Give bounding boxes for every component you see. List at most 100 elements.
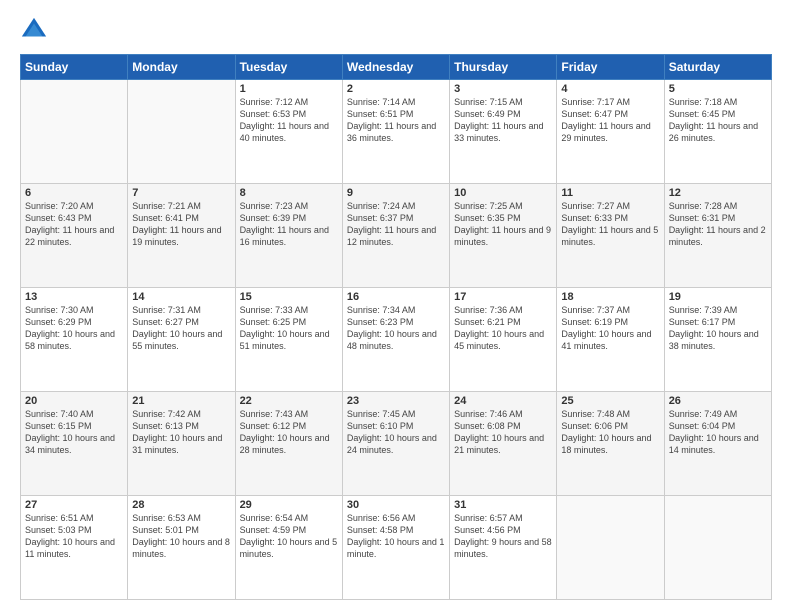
- day-info: Sunrise: 6:51 AMSunset: 5:03 PMDaylight:…: [25, 512, 123, 561]
- calendar-cell: 10Sunrise: 7:25 AMSunset: 6:35 PMDayligh…: [450, 184, 557, 288]
- day-info: Sunrise: 7:27 AMSunset: 6:33 PMDaylight:…: [561, 200, 659, 249]
- day-info: Sunrise: 7:45 AMSunset: 6:10 PMDaylight:…: [347, 408, 445, 457]
- day-info: Sunrise: 7:39 AMSunset: 6:17 PMDaylight:…: [669, 304, 767, 353]
- calendar-cell: 11Sunrise: 7:27 AMSunset: 6:33 PMDayligh…: [557, 184, 664, 288]
- calendar-week-row: 20Sunrise: 7:40 AMSunset: 6:15 PMDayligh…: [21, 392, 772, 496]
- calendar-weekday-wednesday: Wednesday: [342, 55, 449, 80]
- calendar-cell: 31Sunrise: 6:57 AMSunset: 4:56 PMDayligh…: [450, 496, 557, 600]
- day-number: 20: [25, 395, 123, 407]
- day-number: 6: [25, 187, 123, 199]
- calendar-cell: 3Sunrise: 7:15 AMSunset: 6:49 PMDaylight…: [450, 80, 557, 184]
- calendar-cell: 29Sunrise: 6:54 AMSunset: 4:59 PMDayligh…: [235, 496, 342, 600]
- day-info: Sunrise: 7:15 AMSunset: 6:49 PMDaylight:…: [454, 96, 552, 145]
- calendar-weekday-friday: Friday: [557, 55, 664, 80]
- calendar-cell: 13Sunrise: 7:30 AMSunset: 6:29 PMDayligh…: [21, 288, 128, 392]
- day-number: 30: [347, 499, 445, 511]
- day-number: 22: [240, 395, 338, 407]
- calendar-cell: 15Sunrise: 7:33 AMSunset: 6:25 PMDayligh…: [235, 288, 342, 392]
- day-info: Sunrise: 7:21 AMSunset: 6:41 PMDaylight:…: [132, 200, 230, 249]
- day-info: Sunrise: 7:18 AMSunset: 6:45 PMDaylight:…: [669, 96, 767, 145]
- day-number: 3: [454, 83, 552, 95]
- day-info: Sunrise: 6:57 AMSunset: 4:56 PMDaylight:…: [454, 512, 552, 561]
- day-number: 15: [240, 291, 338, 303]
- day-info: Sunrise: 7:17 AMSunset: 6:47 PMDaylight:…: [561, 96, 659, 145]
- calendar-cell: 14Sunrise: 7:31 AMSunset: 6:27 PMDayligh…: [128, 288, 235, 392]
- day-info: Sunrise: 7:20 AMSunset: 6:43 PMDaylight:…: [25, 200, 123, 249]
- day-number: 14: [132, 291, 230, 303]
- calendar-cell: [128, 80, 235, 184]
- calendar-cell: 20Sunrise: 7:40 AMSunset: 6:15 PMDayligh…: [21, 392, 128, 496]
- day-number: 8: [240, 187, 338, 199]
- day-number: 11: [561, 187, 659, 199]
- calendar-cell: 23Sunrise: 7:45 AMSunset: 6:10 PMDayligh…: [342, 392, 449, 496]
- calendar-week-row: 27Sunrise: 6:51 AMSunset: 5:03 PMDayligh…: [21, 496, 772, 600]
- day-number: 5: [669, 83, 767, 95]
- day-number: 21: [132, 395, 230, 407]
- day-number: 4: [561, 83, 659, 95]
- day-number: 24: [454, 395, 552, 407]
- calendar-cell: 1Sunrise: 7:12 AMSunset: 6:53 PMDaylight…: [235, 80, 342, 184]
- day-number: 1: [240, 83, 338, 95]
- calendar-cell: [664, 496, 771, 600]
- day-number: 19: [669, 291, 767, 303]
- calendar-header-row: SundayMondayTuesdayWednesdayThursdayFrid…: [21, 55, 772, 80]
- day-info: Sunrise: 7:36 AMSunset: 6:21 PMDaylight:…: [454, 304, 552, 353]
- day-number: 10: [454, 187, 552, 199]
- calendar-cell: 8Sunrise: 7:23 AMSunset: 6:39 PMDaylight…: [235, 184, 342, 288]
- calendar-cell: 2Sunrise: 7:14 AMSunset: 6:51 PMDaylight…: [342, 80, 449, 184]
- day-info: Sunrise: 7:28 AMSunset: 6:31 PMDaylight:…: [669, 200, 767, 249]
- day-number: 26: [669, 395, 767, 407]
- day-number: 17: [454, 291, 552, 303]
- day-number: 16: [347, 291, 445, 303]
- day-info: Sunrise: 7:43 AMSunset: 6:12 PMDaylight:…: [240, 408, 338, 457]
- day-info: Sunrise: 7:34 AMSunset: 6:23 PMDaylight:…: [347, 304, 445, 353]
- calendar-cell: [557, 496, 664, 600]
- day-info: Sunrise: 7:37 AMSunset: 6:19 PMDaylight:…: [561, 304, 659, 353]
- calendar-cell: 28Sunrise: 6:53 AMSunset: 5:01 PMDayligh…: [128, 496, 235, 600]
- day-info: Sunrise: 7:12 AMSunset: 6:53 PMDaylight:…: [240, 96, 338, 145]
- day-info: Sunrise: 6:54 AMSunset: 4:59 PMDaylight:…: [240, 512, 338, 561]
- calendar-cell: 17Sunrise: 7:36 AMSunset: 6:21 PMDayligh…: [450, 288, 557, 392]
- day-number: 7: [132, 187, 230, 199]
- calendar-cell: 6Sunrise: 7:20 AMSunset: 6:43 PMDaylight…: [21, 184, 128, 288]
- calendar-weekday-saturday: Saturday: [664, 55, 771, 80]
- logo-icon: [20, 16, 48, 44]
- calendar-week-row: 13Sunrise: 7:30 AMSunset: 6:29 PMDayligh…: [21, 288, 772, 392]
- calendar-table: SundayMondayTuesdayWednesdayThursdayFrid…: [20, 54, 772, 600]
- calendar-cell: 7Sunrise: 7:21 AMSunset: 6:41 PMDaylight…: [128, 184, 235, 288]
- day-info: Sunrise: 7:23 AMSunset: 6:39 PMDaylight:…: [240, 200, 338, 249]
- calendar-weekday-tuesday: Tuesday: [235, 55, 342, 80]
- calendar-cell: 22Sunrise: 7:43 AMSunset: 6:12 PMDayligh…: [235, 392, 342, 496]
- calendar-cell: [21, 80, 128, 184]
- day-number: 18: [561, 291, 659, 303]
- day-info: Sunrise: 7:49 AMSunset: 6:04 PMDaylight:…: [669, 408, 767, 457]
- day-info: Sunrise: 6:56 AMSunset: 4:58 PMDaylight:…: [347, 512, 445, 561]
- day-number: 29: [240, 499, 338, 511]
- day-number: 2: [347, 83, 445, 95]
- calendar-cell: 19Sunrise: 7:39 AMSunset: 6:17 PMDayligh…: [664, 288, 771, 392]
- day-info: Sunrise: 7:46 AMSunset: 6:08 PMDaylight:…: [454, 408, 552, 457]
- calendar-cell: 30Sunrise: 6:56 AMSunset: 4:58 PMDayligh…: [342, 496, 449, 600]
- day-number: 23: [347, 395, 445, 407]
- day-info: Sunrise: 7:42 AMSunset: 6:13 PMDaylight:…: [132, 408, 230, 457]
- day-info: Sunrise: 7:14 AMSunset: 6:51 PMDaylight:…: [347, 96, 445, 145]
- logo: [20, 16, 52, 44]
- day-info: Sunrise: 7:33 AMSunset: 6:25 PMDaylight:…: [240, 304, 338, 353]
- calendar-cell: 18Sunrise: 7:37 AMSunset: 6:19 PMDayligh…: [557, 288, 664, 392]
- day-info: Sunrise: 7:31 AMSunset: 6:27 PMDaylight:…: [132, 304, 230, 353]
- day-info: Sunrise: 6:53 AMSunset: 5:01 PMDaylight:…: [132, 512, 230, 561]
- day-info: Sunrise: 7:40 AMSunset: 6:15 PMDaylight:…: [25, 408, 123, 457]
- calendar-cell: 26Sunrise: 7:49 AMSunset: 6:04 PMDayligh…: [664, 392, 771, 496]
- calendar-cell: 16Sunrise: 7:34 AMSunset: 6:23 PMDayligh…: [342, 288, 449, 392]
- calendar-cell: 4Sunrise: 7:17 AMSunset: 6:47 PMDaylight…: [557, 80, 664, 184]
- calendar-cell: 12Sunrise: 7:28 AMSunset: 6:31 PMDayligh…: [664, 184, 771, 288]
- day-number: 27: [25, 499, 123, 511]
- day-info: Sunrise: 7:48 AMSunset: 6:06 PMDaylight:…: [561, 408, 659, 457]
- calendar-cell: 24Sunrise: 7:46 AMSunset: 6:08 PMDayligh…: [450, 392, 557, 496]
- day-number: 12: [669, 187, 767, 199]
- calendar-cell: 5Sunrise: 7:18 AMSunset: 6:45 PMDaylight…: [664, 80, 771, 184]
- calendar-weekday-sunday: Sunday: [21, 55, 128, 80]
- day-info: Sunrise: 7:25 AMSunset: 6:35 PMDaylight:…: [454, 200, 552, 249]
- day-info: Sunrise: 7:30 AMSunset: 6:29 PMDaylight:…: [25, 304, 123, 353]
- day-number: 9: [347, 187, 445, 199]
